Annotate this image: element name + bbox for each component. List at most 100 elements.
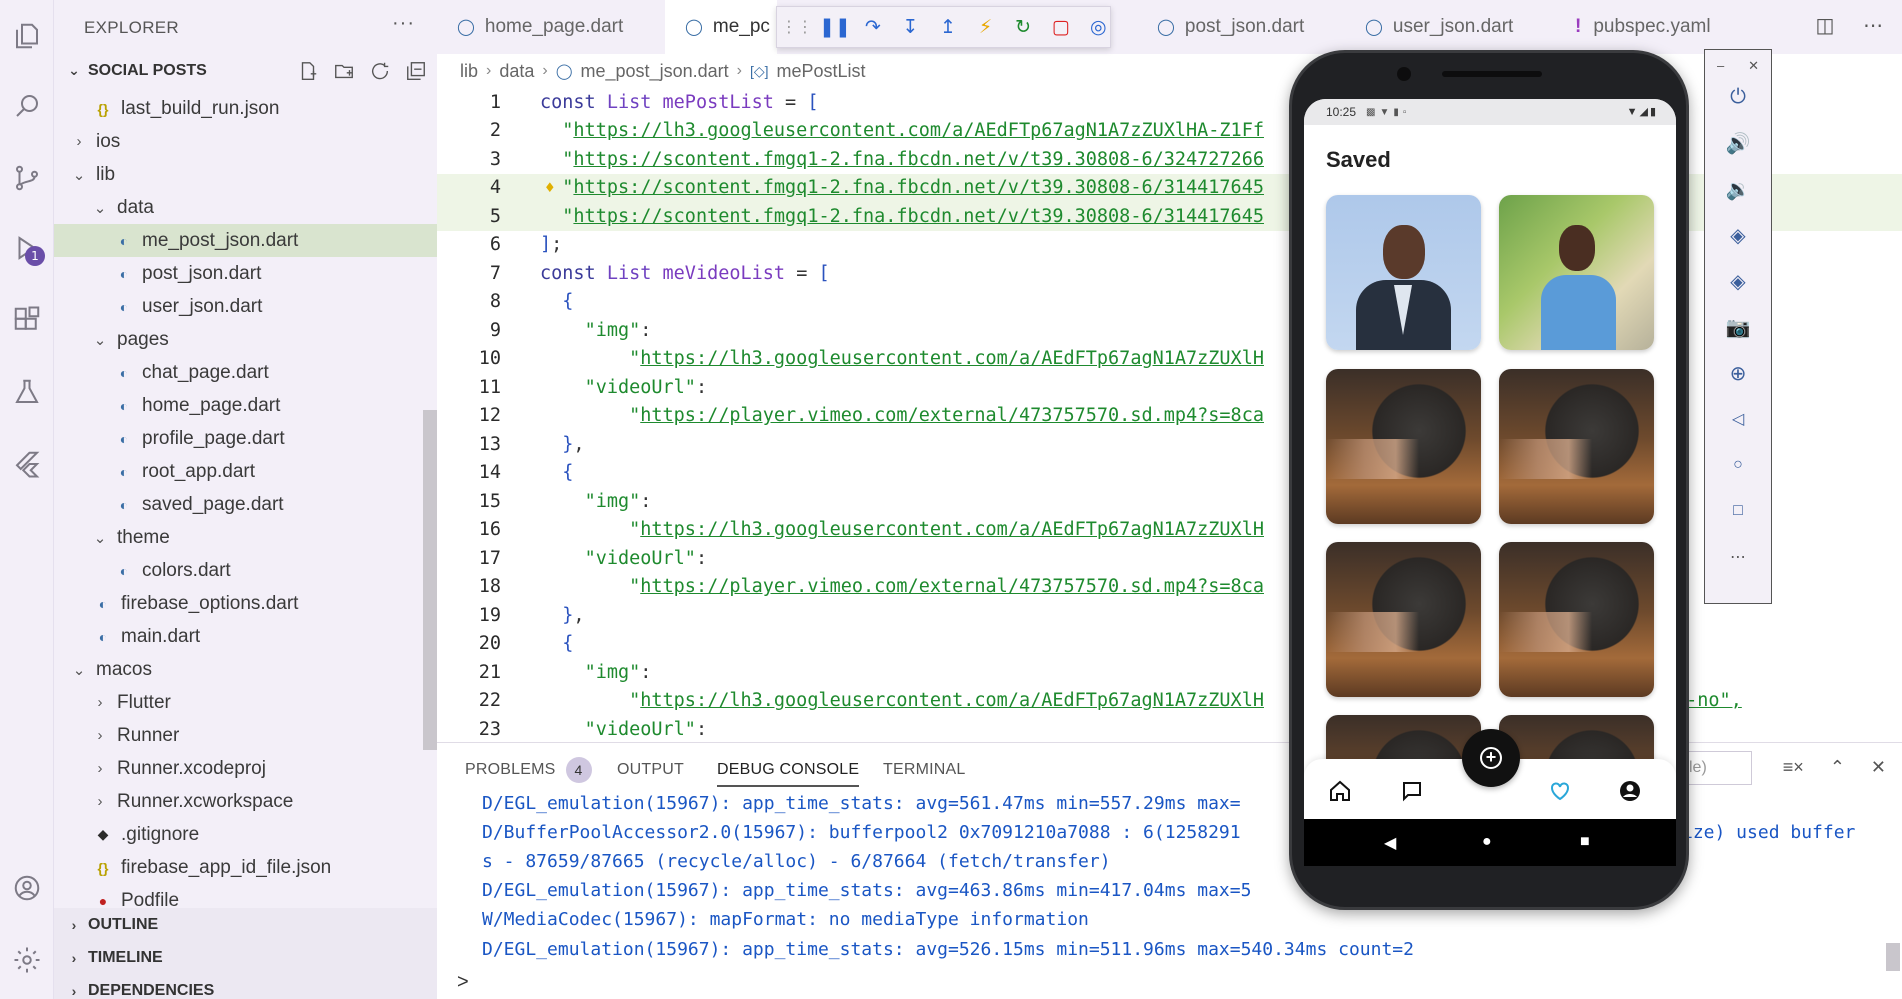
breadcrumb-file[interactable]: me_post_json.dart (581, 61, 729, 82)
search-icon[interactable] (7, 86, 47, 126)
saved-heart-nav-icon[interactable] (1546, 777, 1574, 805)
tree-item[interactable]: ⌄ pages (54, 323, 437, 356)
stop-icon[interactable]: ▢ (1049, 15, 1073, 39)
tree-item[interactable]: ⌄ lib (54, 158, 437, 191)
lightbulb-icon[interactable]: ♦ (545, 178, 555, 197)
saved-video-thumbnail[interactable] (1499, 369, 1654, 524)
explorer-icon[interactable] (7, 16, 47, 56)
tree-item[interactable]: ◐ post_json.dart (54, 257, 437, 290)
saved-post-thumbnail[interactable] (1326, 195, 1481, 350)
tab-terminal[interactable]: TERMINAL (883, 761, 966, 779)
tab-post-json[interactable]: ◯ post_json.dart (1137, 0, 1345, 54)
home-nav-icon[interactable] (1326, 777, 1354, 805)
tree-item[interactable]: ◐ chat_page.dart (54, 356, 437, 389)
back-icon[interactable]: ◁ (1725, 406, 1751, 432)
devtools-icon[interactable]: ◎ (1086, 15, 1110, 39)
chat-nav-icon[interactable] (1398, 777, 1426, 805)
tree-item[interactable]: › Runner.xcworkspace (54, 785, 437, 818)
tab-pubspec[interactable]: ! pubspec.yaml (1555, 0, 1765, 54)
hot-reload-icon[interactable]: ⚡ (974, 15, 998, 39)
timeline-section[interactable]: › TIMELINE (54, 941, 437, 974)
testing-icon[interactable] (7, 372, 47, 412)
rotate-right-icon[interactable]: ◈ (1725, 268, 1751, 294)
run-debug-icon[interactable]: 1 (7, 228, 47, 268)
console-filter-input[interactable]: le) (1682, 751, 1752, 785)
tree-item[interactable]: ◐ home_page.dart (54, 389, 437, 422)
saved-video-thumbnail[interactable] (1499, 542, 1654, 697)
more-icon[interactable]: ⋯ (1725, 544, 1751, 570)
tab-me-post-json[interactable]: ◯ me_pc (665, 0, 777, 54)
step-into-icon[interactable]: ↧ (899, 15, 923, 39)
account-icon[interactable] (7, 868, 47, 908)
saved-post-thumbnail[interactable] (1499, 195, 1654, 350)
tree-item[interactable]: ⌄ data (54, 191, 437, 224)
tree-item[interactable]: ◐ me_post_json.dart (54, 224, 437, 257)
collapse-all-icon[interactable] (403, 58, 429, 84)
tab-problems[interactable]: PROBLEMS 4 (465, 757, 592, 783)
refresh-icon[interactable] (367, 58, 393, 84)
saved-video-thumbnail[interactable] (1326, 542, 1481, 697)
tree-item[interactable]: {} last_build_run.json (54, 92, 437, 125)
clear-console-icon[interactable]: ≡× (1783, 757, 1804, 778)
new-folder-icon[interactable] (331, 58, 357, 84)
screenshot-camera-icon[interactable]: 📷 (1725, 314, 1751, 340)
tree-item[interactable]: › Runner (54, 719, 437, 752)
step-over-icon[interactable]: ↷ (861, 15, 885, 39)
pause-icon[interactable]: ❚❚ (819, 15, 851, 39)
overview-icon[interactable]: ■ (1580, 833, 1590, 851)
home-icon[interactable]: ○ (1725, 452, 1751, 478)
volume-down-icon[interactable]: 🔉 (1725, 176, 1751, 202)
source-control-icon[interactable] (7, 158, 47, 198)
tab-home-page[interactable]: ◯ home_page.dart (437, 0, 665, 54)
tree-item[interactable]: ◐ saved_page.dart (54, 488, 437, 521)
back-icon[interactable]: ◀ (1384, 833, 1396, 853)
phone-screen[interactable]: 10:25 ▩▼▮▫ ▼◢▮ Saved + ◀ ● ■ (1304, 99, 1676, 866)
minimize-icon[interactable]: – (1717, 58, 1724, 74)
breadcrumb-symbol[interactable]: mePostList (776, 61, 865, 82)
volume-up-icon[interactable]: 🔊 (1725, 130, 1751, 156)
tree-item[interactable]: ◐ firebase_options.dart (54, 587, 437, 620)
console-scrollbar[interactable] (1886, 943, 1900, 971)
more-actions-icon[interactable]: ··· (392, 12, 415, 35)
tree-item[interactable]: {} firebase_app_id_file.json (54, 851, 437, 884)
breadcrumb-data[interactable]: data (499, 61, 534, 82)
tree-item[interactable]: ⌄ theme (54, 521, 437, 554)
maximize-panel-icon[interactable]: ⌃ (1830, 757, 1845, 778)
more-actions-icon[interactable]: ⋯ (1860, 12, 1886, 38)
tree-item[interactable]: ◐ main.dart (54, 620, 437, 653)
tab-output[interactable]: OUTPUT (617, 761, 684, 779)
zoom-icon[interactable]: ⊕ (1725, 360, 1751, 386)
home-circle-icon[interactable]: ● (1482, 833, 1492, 851)
step-out-icon[interactable]: ↥ (936, 15, 960, 39)
tree-item[interactable]: ◐ user_json.dart (54, 290, 437, 323)
dependencies-section[interactable]: › DEPENDENCIES (54, 974, 437, 999)
close-panel-icon[interactable]: ✕ (1871, 757, 1886, 778)
outline-section[interactable]: › OUTLINE (54, 908, 437, 941)
project-section-header[interactable]: ⌄ SOCIAL POSTS (54, 54, 437, 87)
tab-user-json[interactable]: ◯ user_json.dart (1345, 0, 1555, 54)
tree-item[interactable]: ⌄ macos (54, 653, 437, 686)
breadcrumb-lib[interactable]: lib (460, 61, 478, 82)
new-file-icon[interactable] (295, 58, 321, 84)
tab-debug-console[interactable]: DEBUG CONSOLE (717, 761, 860, 787)
tree-item[interactable]: › Runner.xcodeproj (54, 752, 437, 785)
tree-item[interactable]: ◐ colors.dart (54, 554, 437, 587)
profile-nav-icon[interactable] (1616, 777, 1644, 805)
power-icon[interactable]: ⏻ (1725, 84, 1751, 110)
sidebar-scrollbar[interactable] (423, 410, 437, 750)
tree-item[interactable]: ◆ .gitignore (54, 818, 437, 851)
close-icon[interactable]: ✕ (1748, 58, 1759, 74)
overview-icon[interactable]: □ (1725, 498, 1751, 524)
settings-gear-icon[interactable] (7, 940, 47, 980)
rotate-left-icon[interactable]: ◈ (1725, 222, 1751, 248)
tree-item[interactable]: ◐ profile_page.dart (54, 422, 437, 455)
split-editor-icon[interactable]: ◫ (1812, 12, 1838, 38)
saved-video-thumbnail[interactable] (1326, 369, 1481, 524)
restart-icon[interactable]: ↻ (1011, 15, 1035, 39)
tree-item[interactable]: ◐ root_app.dart (54, 455, 437, 488)
add-post-button[interactable]: + (1462, 729, 1520, 787)
tree-item[interactable]: › Flutter (54, 686, 437, 719)
tree-item[interactable]: › ios (54, 125, 437, 158)
console-prompt[interactable]: > (457, 971, 469, 994)
extensions-icon[interactable] (7, 300, 47, 340)
